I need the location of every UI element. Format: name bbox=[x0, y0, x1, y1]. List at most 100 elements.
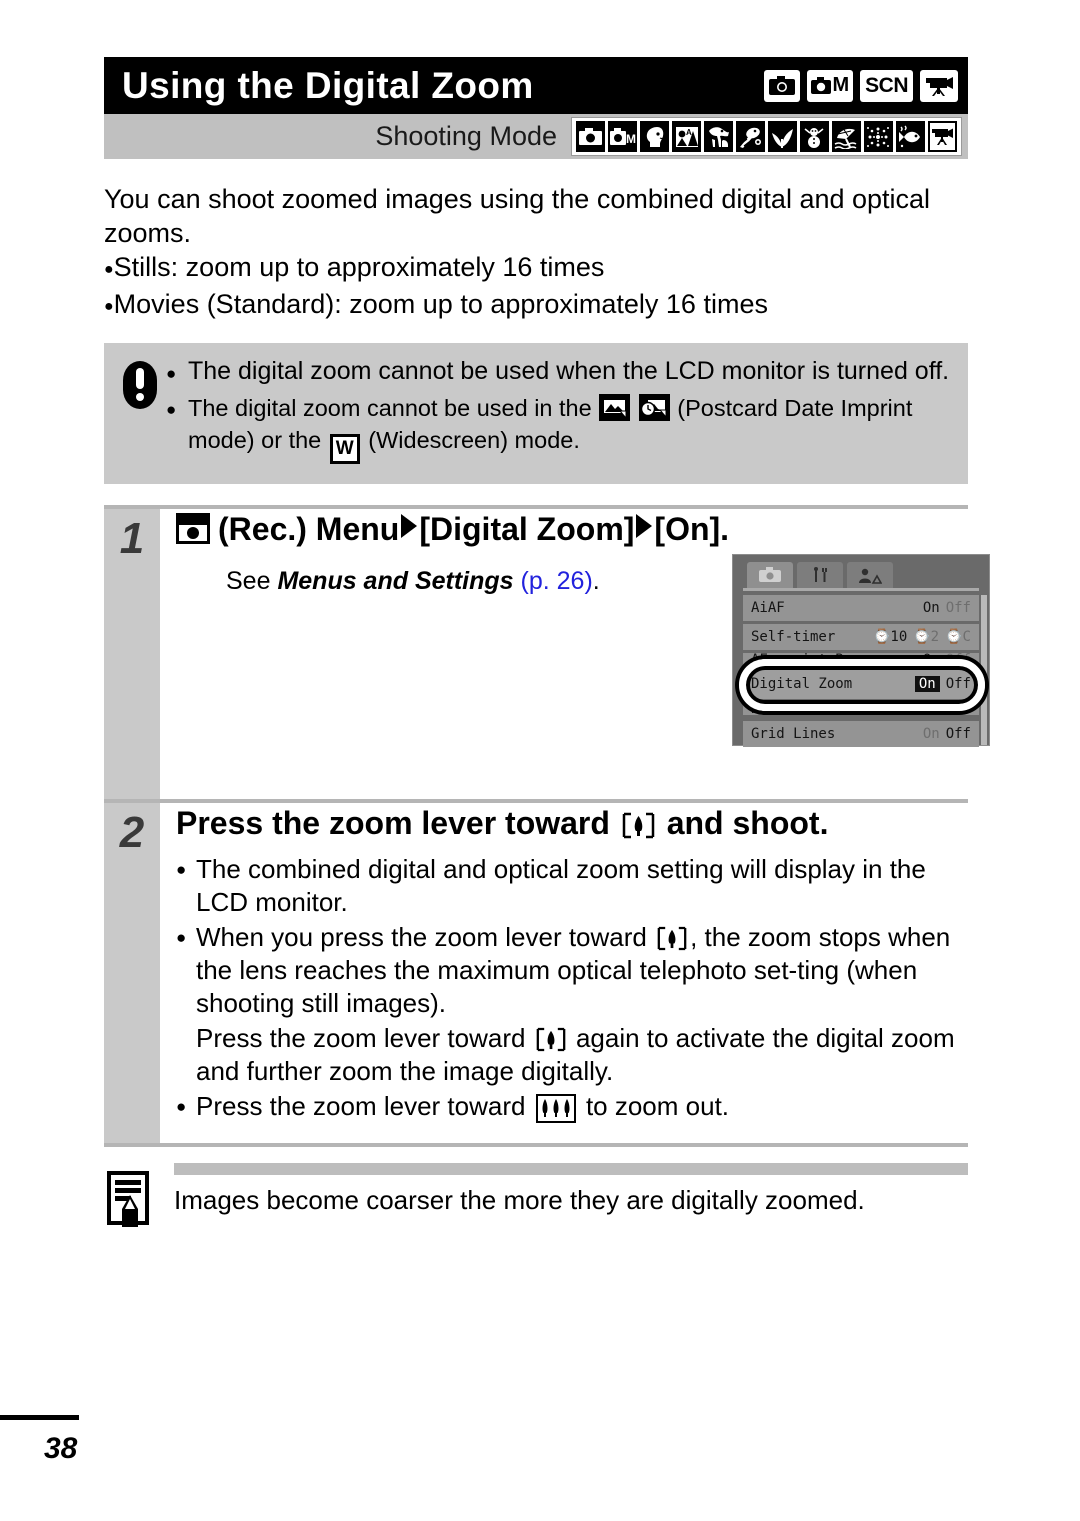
camera-auto-icon bbox=[764, 69, 801, 102]
note-icon-wrap bbox=[104, 1163, 174, 1236]
caution-icon-wrap bbox=[114, 355, 166, 474]
lcd-rows: AiAF On Off Self-timer ⌚10 ⌚2 ⌚C AF-assi… bbox=[733, 591, 989, 747]
lcd-value-on[interactable]: On bbox=[923, 600, 940, 616]
note-section: Images become coarser the more they are … bbox=[104, 1163, 968, 1236]
arrow-right-icon bbox=[636, 514, 653, 538]
intro-section: You can shoot zoomed images using the co… bbox=[104, 182, 984, 324]
step-2-bullet-1-text: The combined digital and optical zoom se… bbox=[196, 854, 926, 917]
self-timer-custom-icon[interactable]: ⌚C bbox=[945, 629, 971, 645]
svg-text:M: M bbox=[626, 132, 636, 145]
step-1-heading-part-2: [Digital Zoom] bbox=[419, 511, 635, 547]
shooting-mode-icon-strip: M A bbox=[571, 117, 962, 156]
step-2-heading-suffix: and shoot. bbox=[666, 805, 829, 841]
telephoto-zoom-icon bbox=[535, 1027, 566, 1052]
lcd-row-af-assist-beam-values: On Off bbox=[923, 653, 971, 666]
step-1: 1 (Rec.) Menu [Digital Zoom] [On]. See Men… bbox=[104, 509, 990, 799]
lcd-value-on[interactable]: On bbox=[923, 726, 940, 742]
step-1-content: (Rec.) Menu [Digital Zoom] [On]. See Menus… bbox=[160, 509, 990, 799]
lcd-row-digital-zoom[interactable]: Digital Zoom On Off bbox=[743, 669, 979, 699]
bullet-dot-icon: ● bbox=[104, 261, 114, 278]
bullet-dot-icon: ● bbox=[176, 928, 187, 947]
step-2-bullet-1: ● The combined digital and optical zoom … bbox=[176, 853, 968, 919]
lcd-row-af-assist-beam-label: AF-assist Beam bbox=[751, 653, 870, 666]
caution-item-2-text: The digital zoom cannot be used in the (… bbox=[188, 392, 958, 464]
self-timer-2s-icon[interactable]: ⌚2 bbox=[913, 629, 939, 645]
intro-bullet-2-text: Movies (Standard): zoom up to approximat… bbox=[113, 289, 768, 319]
lcd-menu-screenshot: AiAF On Off Self-timer ⌚10 ⌚2 ⌚C AF-assi… bbox=[732, 554, 990, 747]
lcd-value-off[interactable]: Off bbox=[946, 726, 971, 742]
step-1-heading: (Rec.) Menu [Digital Zoom] [On]. bbox=[176, 509, 968, 549]
lcd-value-off[interactable]: Off bbox=[946, 600, 971, 616]
lcd-row-digital-zoom-label: Digital Zoom bbox=[751, 676, 853, 692]
step-2-bullet-2-second-line: Press the zoom lever toward again to act… bbox=[196, 1022, 968, 1088]
caution-body: ● The digital zoom cannot be used when t… bbox=[166, 355, 958, 474]
bullet-dot-icon: ● bbox=[166, 364, 177, 383]
lcd-row-self-timer[interactable]: Self-timer ⌚10 ⌚2 ⌚C bbox=[743, 624, 979, 650]
lcd-value-off[interactable]: Off bbox=[946, 653, 971, 666]
note-divider bbox=[174, 1163, 968, 1175]
step-2-bullet-2-text: When you press the zoom lever toward , t… bbox=[196, 921, 968, 1088]
page-reference-link[interactable]: (p. 26) bbox=[521, 567, 593, 595]
my-camera-tab-icon[interactable] bbox=[847, 562, 893, 588]
lcd-row-af-assist-beam[interactable]: AF-assist Beam On Off bbox=[743, 653, 979, 666]
page-title-bar: Using the Digital Zoom M SCN bbox=[104, 57, 968, 114]
lcd-row-aiaf[interactable]: AiAF On Off bbox=[743, 595, 979, 621]
caution-item-2-prefix: The digital zoom cannot be used in the bbox=[188, 395, 592, 421]
camera-manual-icon: M bbox=[807, 69, 854, 102]
note-pencil-icon bbox=[107, 1171, 149, 1227]
telephoto-zoom-icon bbox=[657, 926, 688, 951]
footer-rule bbox=[0, 1415, 79, 1420]
step-2-bullet-2: ● When you press the zoom lever toward ,… bbox=[176, 921, 968, 1088]
lcd-value-on[interactable]: On bbox=[923, 653, 940, 666]
movie-mode-icon bbox=[920, 69, 958, 102]
self-timer-10s-icon[interactable]: ⌚10 bbox=[873, 629, 907, 645]
step-2-content: Press the zoom lever toward and shoot. ●… bbox=[160, 803, 968, 1143]
underwater-mode-icon bbox=[896, 121, 925, 152]
digital-zoom-on-selected[interactable]: On bbox=[914, 676, 940, 692]
shooting-mode-bar: Shooting Mode M A bbox=[104, 114, 968, 159]
step-2-bullet-2-second-prefix: Press the zoom lever toward bbox=[196, 1023, 526, 1053]
rec-tab-icon[interactable] bbox=[747, 562, 793, 588]
lcd-row-aiaf-label: AiAF bbox=[751, 600, 785, 616]
rec-camera-icon bbox=[176, 513, 210, 544]
step-1-heading-part-3: [On]. bbox=[654, 511, 730, 547]
see-italic-title: Menus and Settings bbox=[277, 567, 514, 595]
arrow-right-icon bbox=[401, 514, 418, 538]
intro-bullet-2: ●Movies (Standard): zoom up to approxima… bbox=[104, 287, 984, 324]
lcd-row-grid-lines[interactable]: Grid Lines On Off bbox=[743, 721, 979, 747]
digital-zoom-off[interactable]: Off bbox=[946, 676, 971, 692]
note-text: Images become coarser the more they are … bbox=[174, 1185, 865, 1215]
lcd-value-review[interactable]: 2 sec. bbox=[920, 702, 971, 715]
manual-mode-label: M bbox=[832, 74, 850, 96]
wide-angle-zoom-icon bbox=[535, 1094, 576, 1123]
step-1-heading-part-1: (Rec.) Menu bbox=[218, 511, 400, 547]
caution-item-1: ● The digital zoom cannot be used when t… bbox=[166, 355, 958, 390]
page-title: Using the Digital Zoom bbox=[122, 65, 534, 106]
bullet-dot-icon: ● bbox=[166, 400, 177, 419]
movie-mode-icon bbox=[928, 121, 957, 152]
widescreen-icon: W bbox=[329, 434, 360, 464]
lcd-row-review[interactable]: Review 2 sec. bbox=[743, 702, 979, 715]
date-imprint-mode-icon bbox=[638, 394, 670, 421]
step-2-number: 2 bbox=[104, 803, 160, 1143]
lcd-row-self-timer-values: ⌚10 ⌚2 ⌚C bbox=[873, 629, 971, 645]
lcd-row-digital-zoom-values: On Off bbox=[914, 676, 971, 692]
lcd-row-grid-lines-values: On Off bbox=[923, 726, 971, 742]
lcd-tab-strip bbox=[733, 555, 989, 588]
fireworks-mode-icon bbox=[864, 121, 893, 152]
lcd-scrollbar[interactable] bbox=[981, 595, 987, 745]
step-2-heading-prefix: Press the zoom lever toward bbox=[176, 805, 610, 841]
beach-mode-icon bbox=[832, 121, 861, 152]
setup-tab-icon[interactable] bbox=[797, 562, 843, 588]
step-2-heading: Press the zoom lever toward and shoot. bbox=[176, 803, 968, 843]
postcard-mode-icon bbox=[599, 394, 631, 421]
caution-item-1-text: The digital zoom cannot be used when the… bbox=[188, 357, 950, 385]
intro-bullet-1: ●Stills: zoom up to approximately 16 tim… bbox=[104, 250, 984, 287]
caution-item-2: ● The digital zoom cannot be used in the… bbox=[166, 392, 958, 464]
shooting-mode-label: Shooting Mode bbox=[375, 121, 557, 151]
caution-item-2-suffix: (Widescreen) mode. bbox=[368, 427, 580, 453]
kids-and-pets-mode-icon bbox=[704, 121, 733, 152]
portrait-mode-icon bbox=[640, 121, 669, 152]
svg-text:A: A bbox=[686, 128, 692, 137]
step-2-bullet-3-prefix: Press the zoom lever toward bbox=[196, 1091, 526, 1121]
